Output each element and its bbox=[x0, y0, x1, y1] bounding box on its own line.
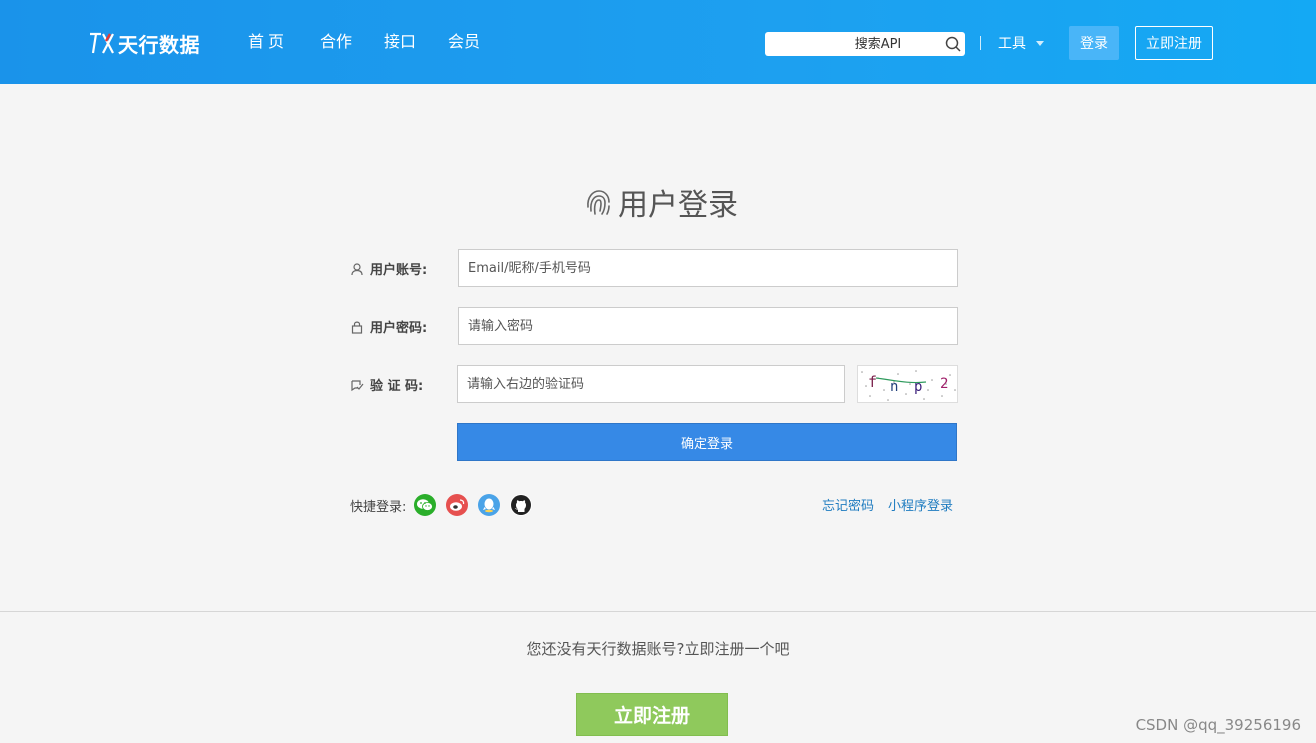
section-divider bbox=[0, 611, 1316, 612]
captcha-input[interactable] bbox=[457, 365, 845, 403]
confirm-login-button[interactable]: 确定登录 bbox=[457, 423, 957, 461]
captcha-label: 验 证 码: bbox=[350, 375, 423, 394]
account-input[interactable] bbox=[458, 249, 958, 287]
captcha-char-f: f bbox=[868, 373, 877, 391]
password-label-text: 用户密码: bbox=[370, 321, 428, 336]
nav-membership[interactable]: 会员 bbox=[448, 30, 480, 54]
main-nav: 首页 合作 接口 会员 bbox=[248, 30, 512, 54]
header-divider bbox=[980, 36, 981, 50]
wechat-icon[interactable] bbox=[414, 494, 437, 516]
tools-dropdown[interactable]: 工具 bbox=[998, 33, 1044, 53]
miniprogram-login-link[interactable]: 小程序登录 bbox=[888, 495, 953, 514]
password-label: 用户密码: bbox=[350, 317, 427, 336]
register-button[interactable]: 立即注册 bbox=[576, 693, 728, 736]
captcha-char-2: 2 bbox=[940, 376, 948, 392]
captcha-char-p: p bbox=[914, 379, 922, 395]
quick-login: 快捷登录: bbox=[350, 494, 542, 516]
nav-api[interactable]: 接口 bbox=[384, 30, 416, 54]
search-icon[interactable] bbox=[944, 35, 962, 53]
user-icon bbox=[351, 262, 363, 275]
captcha-image[interactable]: f n p 2 bbox=[857, 365, 958, 403]
top-header: 天行数据 首页 合作 接口 会员 工具 登录 立即注册 bbox=[0, 0, 1316, 84]
account-label-text: 用户账号: bbox=[370, 263, 428, 278]
header-register-button[interactable]: 立即注册 bbox=[1135, 26, 1213, 60]
site-logo[interactable]: 天行数据 bbox=[88, 28, 200, 58]
verify-icon bbox=[351, 379, 364, 391]
tools-label: 工具 bbox=[998, 36, 1026, 52]
lock-icon bbox=[351, 321, 363, 334]
quick-login-label: 快捷登录: bbox=[350, 499, 407, 515]
search-box bbox=[765, 32, 965, 56]
fingerprint-icon bbox=[587, 190, 610, 215]
captcha-graphic: f n p 2 bbox=[861, 370, 956, 401]
nav-home[interactable]: 首页 bbox=[248, 30, 288, 54]
forgot-password-link[interactable]: 忘记密码 bbox=[822, 495, 874, 514]
qq-icon[interactable] bbox=[478, 494, 501, 516]
nav-cooperation[interactable]: 合作 bbox=[320, 30, 352, 54]
register-hint: 您还没有天行数据账号?立即注册一个吧 bbox=[526, 640, 790, 658]
page-title: 用户登录 bbox=[618, 188, 738, 223]
logo-text: 天行数据 bbox=[118, 32, 200, 57]
header-login-button[interactable]: 登录 bbox=[1069, 26, 1119, 60]
captcha-char-n: n bbox=[890, 379, 898, 395]
chevron-down-icon bbox=[1036, 40, 1044, 46]
search-input[interactable] bbox=[765, 32, 941, 56]
account-label: 用户账号: bbox=[350, 259, 427, 278]
login-title: 用户登录 bbox=[584, 182, 738, 223]
watermark-text: CSDN @qq_39256196 bbox=[1135, 716, 1301, 734]
password-input[interactable] bbox=[458, 307, 958, 345]
github-icon[interactable] bbox=[510, 494, 533, 516]
captcha-label-text: 验 证 码: bbox=[370, 379, 424, 394]
logo-mark-icon bbox=[90, 32, 114, 54]
weibo-icon[interactable] bbox=[446, 494, 469, 516]
